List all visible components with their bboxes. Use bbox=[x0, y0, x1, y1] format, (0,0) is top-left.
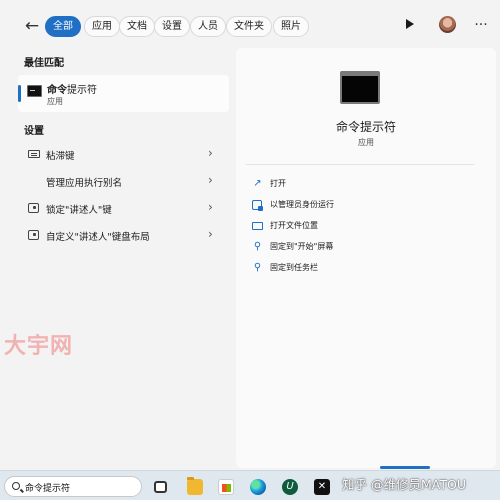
action-run-as-admin[interactable]: 以管理员身份运行 bbox=[246, 195, 474, 215]
chevron-right-icon: › bbox=[208, 227, 213, 241]
action-label: 以管理员身份运行 bbox=[270, 200, 334, 209]
search-input[interactable] bbox=[25, 480, 135, 494]
best-match-item[interactable]: 命令提示符 应用 bbox=[18, 75, 229, 112]
play-icon[interactable] bbox=[406, 19, 414, 29]
filter-folders[interactable]: 文件夹 bbox=[226, 16, 272, 37]
settings-item-narrator-keyboard-layout[interactable]: 自定义"讲述人"键盘布局 › bbox=[18, 222, 229, 248]
task-view-icon[interactable] bbox=[154, 481, 167, 493]
keyboard-icon bbox=[28, 150, 40, 158]
filter-photos[interactable]: 照片 bbox=[273, 16, 309, 37]
best-match-heading: 最佳匹配 bbox=[24, 58, 64, 69]
avatar[interactable] bbox=[439, 16, 456, 33]
settings-item-lock-narrator-key[interactable]: 锁定"讲述人"键 › bbox=[18, 195, 229, 221]
taskbar-search-box[interactable] bbox=[4, 476, 142, 497]
filter-bar: ← 全部 应用 文档 设置 人员 文件夹 照片 ··· bbox=[0, 0, 500, 48]
command-prompt-large-icon bbox=[340, 71, 380, 104]
action-label: 固定到任务栏 bbox=[270, 263, 318, 272]
shield-icon bbox=[252, 200, 263, 211]
filter-apps[interactable]: 应用 bbox=[84, 16, 120, 37]
upwork-icon[interactable]: U bbox=[282, 479, 298, 495]
preview-title: 命令提示符 bbox=[335, 120, 396, 134]
filter-all[interactable]: 全部 bbox=[45, 16, 81, 37]
overlay-watermark-text: 知乎 @维修员MATOU bbox=[342, 477, 466, 492]
settings-item-label: 粘滞键 bbox=[46, 151, 75, 162]
chevron-right-icon: › bbox=[208, 146, 213, 160]
settings-item-app-aliases[interactable]: 管理应用执行别名 › bbox=[18, 168, 229, 194]
settings-heading: 设置 bbox=[24, 126, 44, 137]
taskbar-active-indicator bbox=[380, 466, 430, 469]
chevron-right-icon: › bbox=[208, 173, 213, 187]
best-match-type: 应用 bbox=[47, 97, 63, 106]
selection-indicator bbox=[18, 85, 21, 102]
settings-item-label: 自定义"讲述人"键盘布局 bbox=[46, 232, 150, 243]
filter-settings[interactable]: 设置 bbox=[154, 16, 190, 37]
divider bbox=[246, 164, 474, 165]
filter-documents[interactable]: 文档 bbox=[119, 16, 155, 37]
back-button[interactable]: ← bbox=[20, 14, 44, 38]
action-pin-to-start[interactable]: ⚲ 固定到"开始"屏幕 bbox=[246, 237, 474, 257]
search-icon bbox=[12, 482, 20, 490]
pin-icon: ⚲ bbox=[253, 241, 262, 252]
search-panel: ← 全部 应用 文档 设置 人员 文件夹 照片 ··· 最佳匹配 命令提示符 应… bbox=[0, 0, 500, 470]
action-open-file-location[interactable]: 打开文件位置 bbox=[246, 216, 474, 236]
edge-icon[interactable] bbox=[250, 479, 266, 495]
lock-icon bbox=[28, 230, 39, 240]
more-options-button[interactable]: ··· bbox=[470, 14, 492, 36]
file-explorer-icon[interactable] bbox=[187, 477, 203, 495]
action-label: 打开 bbox=[270, 179, 286, 188]
preview-subtitle: 应用 bbox=[358, 138, 374, 147]
action-label: 固定到"开始"屏幕 bbox=[270, 242, 334, 251]
chevron-right-icon: › bbox=[208, 200, 213, 214]
folder-icon bbox=[252, 222, 263, 230]
action-label: 打开文件位置 bbox=[270, 221, 318, 230]
watermark-logo: 大宇网 bbox=[4, 334, 74, 359]
action-open[interactable]: ↗ 打开 bbox=[246, 174, 474, 194]
store-icon[interactable] bbox=[218, 479, 234, 495]
best-match-name: 命令提示符 bbox=[47, 85, 97, 96]
settings-item-label: 管理应用执行别名 bbox=[46, 178, 123, 189]
preview-pane: 命令提示符 应用 ↗ 打开 以管理员身份运行 打开文件位置 ⚲ 固定到"开始"屏… bbox=[236, 48, 496, 468]
action-pin-to-taskbar[interactable]: ⚲ 固定到任务栏 bbox=[246, 258, 474, 278]
lock-icon bbox=[28, 203, 39, 213]
command-prompt-icon bbox=[27, 85, 42, 97]
settings-item-label: 锁定"讲述人"键 bbox=[46, 205, 112, 216]
capcut-icon[interactable]: ✕ bbox=[314, 479, 330, 495]
filter-people[interactable]: 人员 bbox=[190, 16, 226, 37]
open-icon: ↗ bbox=[253, 178, 262, 189]
pin-icon: ⚲ bbox=[253, 262, 262, 273]
settings-item-sticky-keys[interactable]: 粘滞键 › bbox=[18, 141, 229, 167]
